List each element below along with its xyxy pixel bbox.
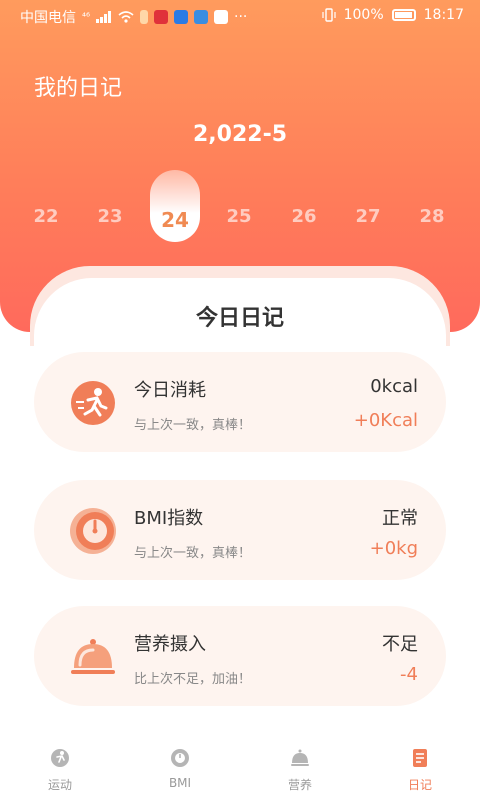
app-notification-icon — [194, 10, 209, 24]
bmi-icon — [171, 749, 189, 767]
day-item[interactable]: 23 — [90, 206, 130, 227]
wifi-icon — [118, 11, 134, 23]
bottom-tab-bar: 运动 BMI 营养 日记 — [0, 730, 480, 800]
calories-card[interactable]: 今日消耗 与上次一致，真棒！ 0kcal +0Kcal — [34, 352, 446, 452]
tab-label: 日记 — [407, 778, 432, 792]
food-cover-icon — [71, 639, 115, 674]
network-type: ⁴⁶ — [82, 11, 91, 23]
day-item[interactable]: 26 — [284, 206, 324, 227]
tab-label: 运动 — [47, 778, 72, 792]
diary-icon — [413, 749, 427, 767]
battery-icon — [391, 9, 416, 21]
card-desc: 比上次不足，加油！ — [134, 672, 252, 687]
bmi-card[interactable]: BMI指数 与上次一致，真棒！ 正常 +0kg — [34, 480, 446, 580]
card-value: 0kcal — [370, 376, 418, 397]
tab-label: 营养 — [287, 778, 312, 792]
app-notification-icon — [140, 10, 149, 24]
day-item[interactable]: 27 — [348, 206, 388, 227]
month-label[interactable]: 2,022-5 — [0, 122, 480, 147]
card-desc: 与上次一致，真棒！ — [134, 418, 252, 433]
carrier-label: 中国电信 — [20, 10, 76, 26]
tab-label: BMI — [168, 776, 192, 790]
card-value: 不足 — [382, 634, 418, 655]
card-name: BMI指数 — [134, 508, 204, 529]
card-name: 营养摄入 — [134, 634, 206, 655]
nutrition-icon — [291, 749, 309, 766]
nutrition-card[interactable]: 营养摄入 比上次不足，加油！ 不足 -4 — [34, 606, 446, 706]
sport-icon — [51, 749, 69, 767]
day-item-selected[interactable]: 24 — [155, 208, 195, 232]
tab-nutrition[interactable]: 营养 — [240, 730, 360, 800]
tab-diary[interactable]: 日记 — [360, 730, 480, 800]
card-value: 正常 — [382, 508, 418, 529]
card-delta: -4 — [400, 664, 418, 685]
scale-icon — [70, 508, 116, 554]
page-title: 我的日记 — [34, 76, 123, 101]
battery-percent: 100% — [343, 7, 384, 23]
clock: 18:17 — [423, 7, 464, 23]
more-notifications: ··· — [234, 9, 248, 25]
vibrate-icon — [322, 8, 336, 22]
status-bar: 中国电信 ⁴⁶ ··· 100% 18:17 — [0, 0, 480, 32]
tab-sport[interactable]: 运动 — [0, 730, 120, 800]
app-notification-icon — [154, 10, 169, 24]
card-desc: 与上次一致，真棒！ — [134, 546, 252, 561]
running-icon — [71, 381, 115, 425]
app-notification-icon — [214, 10, 229, 24]
day-selector: 22 23 24 25 26 27 28 — [0, 170, 480, 250]
day-item[interactable]: 25 — [219, 206, 259, 227]
day-item[interactable]: 22 — [26, 206, 66, 227]
tab-bmi[interactable]: BMI — [120, 730, 240, 800]
signal-icon — [96, 11, 112, 23]
day-item[interactable]: 28 — [412, 206, 452, 227]
app-notification-icon — [174, 10, 189, 24]
panel-title: 今日日记 — [195, 306, 284, 331]
card-delta: +0kg — [369, 538, 418, 559]
card-name: 今日消耗 — [134, 380, 206, 401]
card-delta: +0Kcal — [353, 410, 418, 431]
